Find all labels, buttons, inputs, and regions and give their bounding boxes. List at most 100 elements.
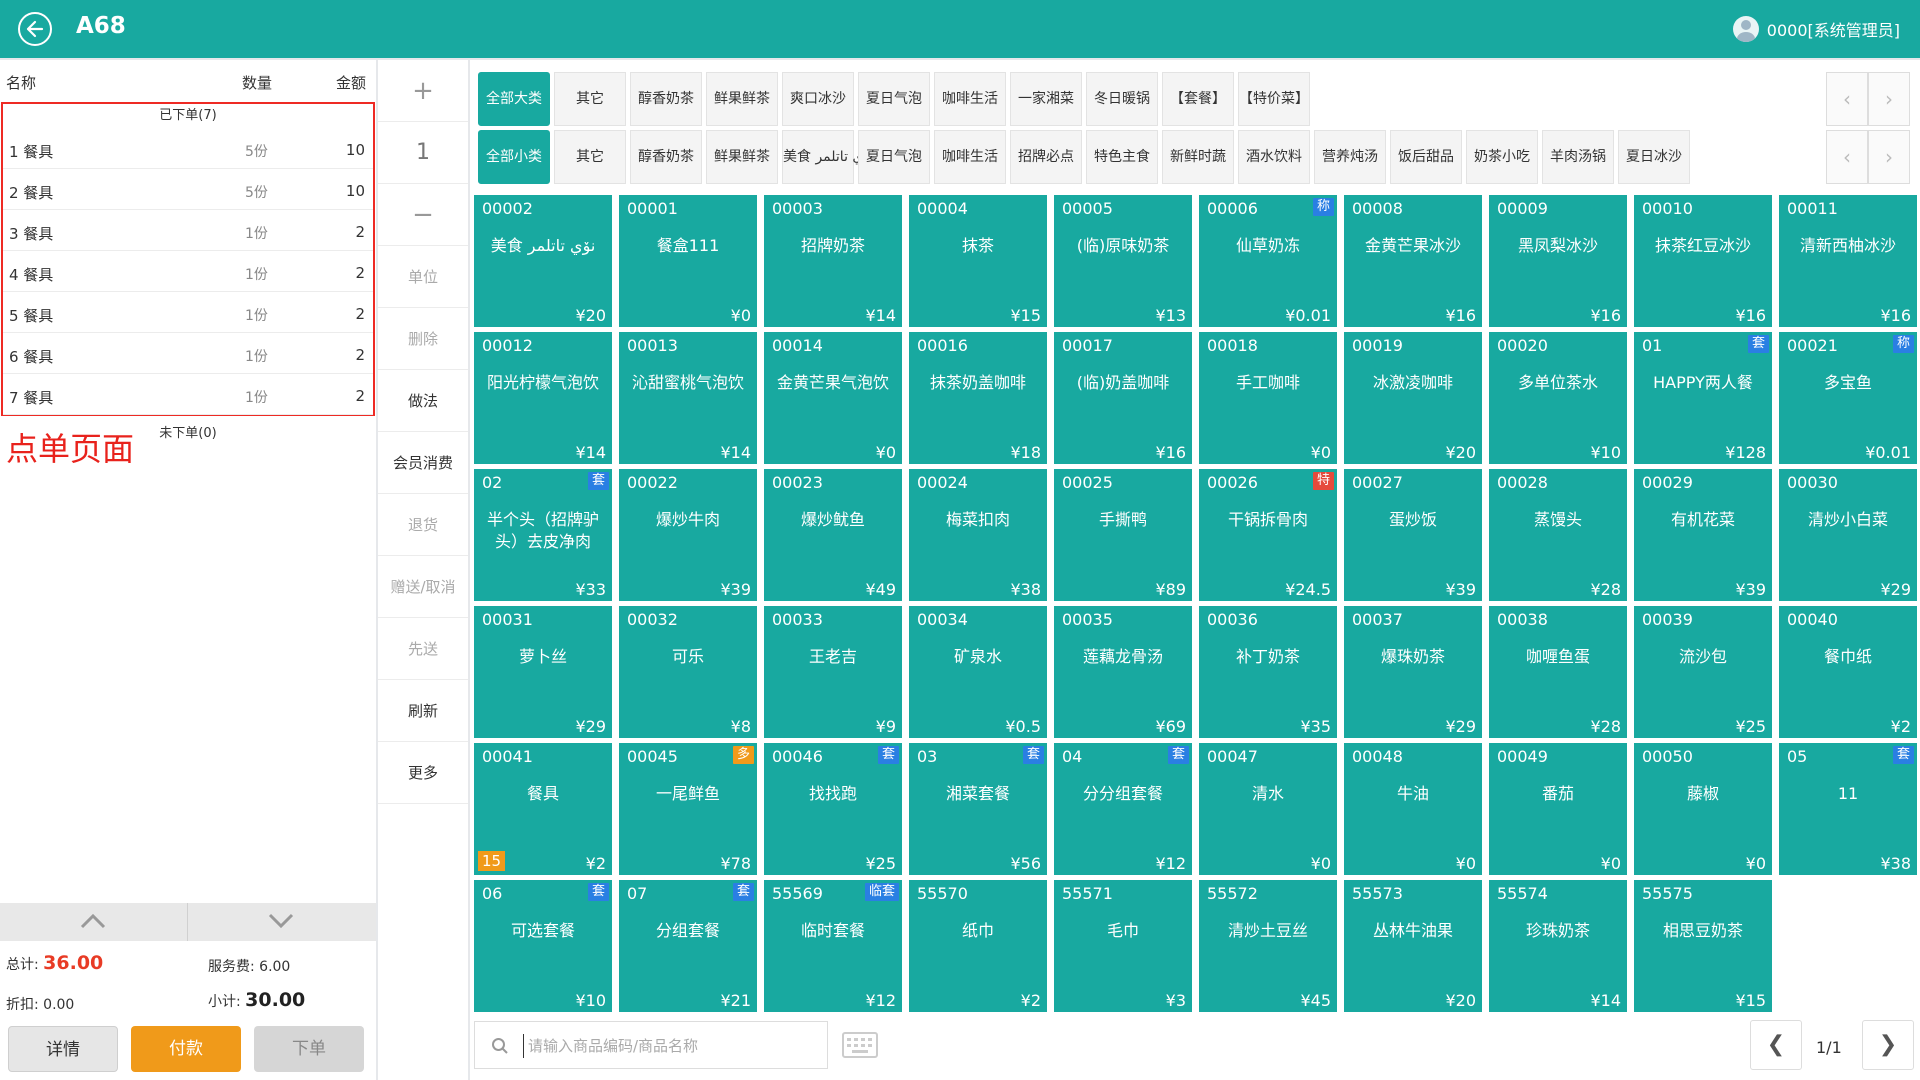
product-tile[interactable]: 00046 找找跑 ¥25 套	[764, 743, 902, 875]
product-tile[interactable]: 00040 餐巾纸 ¥2	[1779, 606, 1917, 738]
small-category-tab[interactable]: 奶茶小吃	[1466, 130, 1538, 184]
product-tile[interactable]: 00008 金黄芒果冰沙 ¥16	[1344, 195, 1482, 327]
product-tile[interactable]: 00030 清炒小白菜 ¥29	[1779, 469, 1917, 601]
decrease-button[interactable]: −	[378, 184, 468, 246]
scroll-down-button[interactable]	[188, 903, 375, 941]
product-tile[interactable]: 00022 爆炒牛肉 ¥39	[619, 469, 757, 601]
product-tile[interactable]: 55574 珍珠奶茶 ¥14	[1489, 880, 1627, 1012]
product-tile[interactable]: 00018 手工咖啡 ¥0	[1199, 332, 1337, 464]
gift-button[interactable]: 赠送/取消	[378, 556, 468, 618]
product-tile[interactable]: 00013 沁甜蜜桃气泡饮 ¥14	[619, 332, 757, 464]
product-tile[interactable]: 07 分组套餐 ¥21 套	[619, 880, 757, 1012]
product-tile[interactable]: 00033 王老吉 ¥9	[764, 606, 902, 738]
small-category-tab[interactable]: 夏日冰沙	[1618, 130, 1690, 184]
product-tile[interactable]: 00027 蛋炒饭 ¥39	[1344, 469, 1482, 601]
product-tile[interactable]: 55570 纸巾 ¥2	[909, 880, 1047, 1012]
big-category-tab[interactable]: 醇香奶茶	[630, 72, 702, 126]
big-category-tab[interactable]: 冬日暖锅	[1086, 72, 1158, 126]
product-tile[interactable]: 00009 黑凤梨冰沙 ¥16	[1489, 195, 1627, 327]
unit-button[interactable]: 单位	[378, 246, 468, 308]
increase-button[interactable]: +	[378, 60, 468, 122]
product-tile[interactable]: 00019 冰激凌咖啡 ¥20	[1344, 332, 1482, 464]
product-tile[interactable]: 01 HAPPY两人餐 ¥128 套	[1634, 332, 1772, 464]
product-tile[interactable]: 00014 金黄芒果气泡饮 ¥0	[764, 332, 902, 464]
next-subcategory-button[interactable]: ›	[1868, 130, 1910, 184]
product-tile[interactable]: 00048 牛油 ¥0	[1344, 743, 1482, 875]
return-button[interactable]: 退货	[378, 494, 468, 556]
product-tile[interactable]: 00010 抹茶红豆冰沙 ¥16	[1634, 195, 1772, 327]
detail-button[interactable]: 详情	[8, 1026, 118, 1072]
next-category-button[interactable]: ›	[1868, 72, 1910, 126]
product-tile[interactable]: 55572 清炒土豆丝 ¥45	[1199, 880, 1337, 1012]
product-tile[interactable]: 00041 餐具 ¥2 15	[474, 743, 612, 875]
product-tile[interactable]: 04 分分组套餐 ¥12 套	[1054, 743, 1192, 875]
product-tile[interactable]: 00025 手撕鸭 ¥89	[1054, 469, 1192, 601]
product-tile[interactable]: 00021 多宝鱼 ¥0.01 称	[1779, 332, 1917, 464]
product-tile[interactable]: 55575 相思豆奶茶 ¥15	[1634, 880, 1772, 1012]
product-tile[interactable]: 00011 清新西柚冰沙 ¥16	[1779, 195, 1917, 327]
big-category-tab[interactable]: 爽口冰沙	[782, 72, 854, 126]
small-category-tab[interactable]: 美食 نۆي تاتلمر	[782, 130, 875, 184]
big-category-tab[interactable]: 【套餐】	[1162, 72, 1234, 126]
product-tile[interactable]: 00006 仙草奶冻 ¥0.01 称	[1199, 195, 1337, 327]
product-tile[interactable]: 00031 萝卜丝 ¥29	[474, 606, 612, 738]
product-tile[interactable]: 06 可选套餐 ¥10 套	[474, 880, 612, 1012]
product-tile[interactable]: 00005 (临)原味奶茶 ¥13	[1054, 195, 1192, 327]
product-tile[interactable]: 00004 抹茶 ¥15	[909, 195, 1047, 327]
small-category-tab[interactable]: 营养炖汤	[1314, 130, 1386, 184]
product-tile[interactable]: 00032 可乐 ¥8	[619, 606, 757, 738]
back-button[interactable]	[18, 12, 52, 46]
product-tile[interactable]: 00017 (临)奶盖咖啡 ¥16	[1054, 332, 1192, 464]
small-category-tab[interactable]: 夏日气泡	[858, 130, 930, 184]
product-tile[interactable]: 02 半个头（招牌驴头）去皮净肉 ¥33 套	[474, 469, 612, 601]
order-row[interactable]: 7 餐具 1份 2	[3, 374, 373, 415]
product-tile[interactable]: 00012 阳光柠檬气泡饮 ¥14	[474, 332, 612, 464]
serve-first-button[interactable]: 先送	[378, 618, 468, 680]
small-category-tab[interactable]: 酒水饮料	[1238, 130, 1310, 184]
order-row[interactable]: 5 餐具 1份 2	[3, 292, 373, 333]
order-row[interactable]: 3 餐具 1份 2	[3, 210, 373, 251]
big-category-tab[interactable]: 夏日气泡	[858, 72, 930, 126]
product-tile[interactable]: 00045 一尾鲜鱼 ¥78 多	[619, 743, 757, 875]
small-category-tab[interactable]: 新鲜时蔬	[1162, 130, 1234, 184]
refresh-button[interactable]: 刷新	[378, 680, 468, 742]
prev-category-button[interactable]: ‹	[1826, 72, 1868, 126]
product-tile[interactable]: 55569 临时套餐 ¥12 临套	[764, 880, 902, 1012]
product-tile[interactable]: 00002 美食 نۆي تاتلمر ¥20	[474, 195, 612, 327]
big-category-tab[interactable]: 全部大类	[478, 72, 550, 126]
cooking-method-button[interactable]: 做法	[378, 370, 468, 432]
product-tile[interactable]: 55571 毛巾 ¥3	[1054, 880, 1192, 1012]
product-tile[interactable]: 00024 梅菜扣肉 ¥38	[909, 469, 1047, 601]
keyboard-icon[interactable]	[842, 1032, 878, 1058]
prev-page-button[interactable]: ❮	[1750, 1020, 1802, 1070]
prev-subcategory-button[interactable]: ‹	[1826, 130, 1868, 184]
product-tile[interactable]: 55573 丛林牛油果 ¥20	[1344, 880, 1482, 1012]
product-tile[interactable]: 00050 藤椒 ¥0	[1634, 743, 1772, 875]
order-row[interactable]: 2 餐具 5份 10	[3, 169, 373, 210]
product-tile[interactable]: 00023 爆炒鱿鱼 ¥49	[764, 469, 902, 601]
member-consume-button[interactable]: 会员消费	[378, 432, 468, 494]
product-tile[interactable]: 00039 流沙包 ¥25	[1634, 606, 1772, 738]
product-tile[interactable]: 00029 有机花菜 ¥39	[1634, 469, 1772, 601]
big-category-tab[interactable]: 【特价菜】	[1238, 72, 1310, 126]
small-category-tab[interactable]: 醇香奶茶	[630, 130, 702, 184]
product-tile[interactable]: 00034 矿泉水 ¥0.5	[909, 606, 1047, 738]
small-category-tab[interactable]: 羊肉汤锅	[1542, 130, 1614, 184]
order-row[interactable]: 6 餐具 1份 2	[3, 333, 373, 374]
product-tile[interactable]: 00047 清水 ¥0	[1199, 743, 1337, 875]
order-row[interactable]: 4 餐具 1份 2	[3, 251, 373, 292]
product-tile[interactable]: 00020 多单位茶水 ¥10	[1489, 332, 1627, 464]
big-category-tab[interactable]: 其它	[554, 72, 626, 126]
small-category-tab[interactable]: 其它	[554, 130, 626, 184]
small-category-tab[interactable]: 特色主食	[1086, 130, 1158, 184]
big-category-tab[interactable]: 咖啡生活	[934, 72, 1006, 126]
product-tile[interactable]: 00001 餐盒111 ¥0	[619, 195, 757, 327]
order-row[interactable]: 1 餐具 5份 10	[3, 128, 373, 169]
small-category-tab[interactable]: 全部小类	[478, 130, 550, 184]
product-tile[interactable]: 00026 干锅拆骨肉 ¥24.5 特	[1199, 469, 1337, 601]
small-category-tab[interactable]: 鲜果鲜茶	[706, 130, 778, 184]
next-page-button[interactable]: ❯	[1862, 1020, 1914, 1070]
scroll-up-button[interactable]	[0, 903, 187, 941]
product-tile[interactable]: 00035 莲藕龙骨汤 ¥69	[1054, 606, 1192, 738]
product-tile[interactable]: 03 湘菜套餐 ¥56 套	[909, 743, 1047, 875]
